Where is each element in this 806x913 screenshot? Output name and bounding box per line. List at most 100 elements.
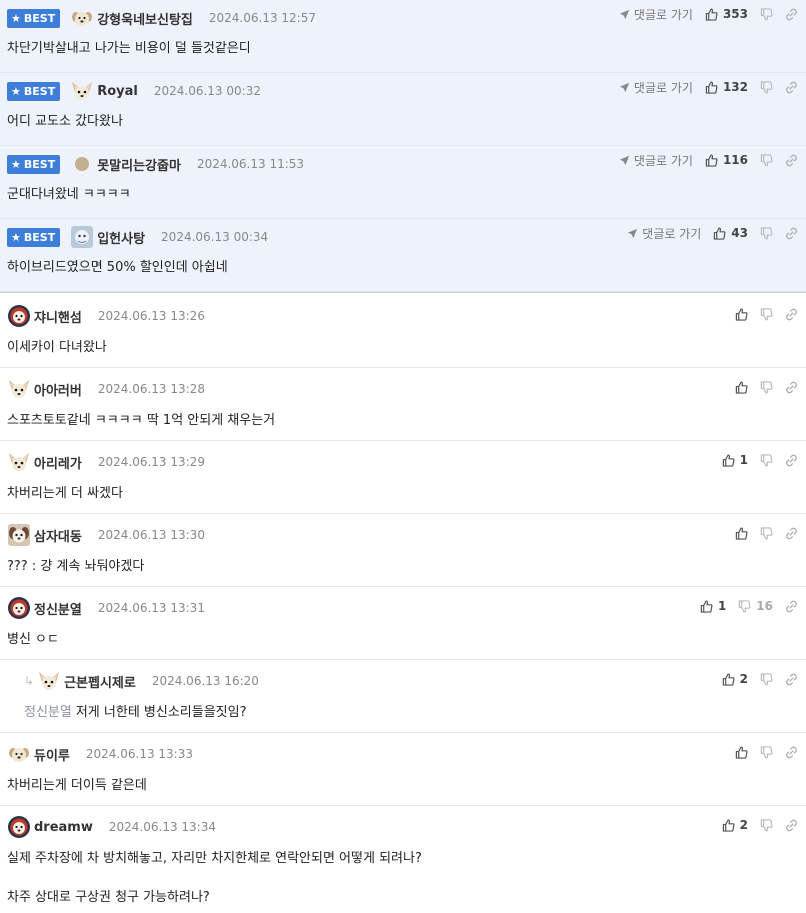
dislike-button[interactable]: [760, 526, 773, 540]
like-button[interactable]: 1: [700, 599, 726, 613]
share-link-button[interactable]: [785, 746, 798, 759]
share-link-button[interactable]: [785, 81, 798, 94]
nickname[interactable]: 삼자대동: [34, 526, 82, 545]
comment-actions: 댓글로 가기 132: [619, 78, 798, 96]
thumb-up-icon: [735, 381, 748, 394]
lion-avatar[interactable]: [7, 815, 31, 839]
chihuahua-avatar[interactable]: [70, 79, 94, 103]
like-button[interactable]: 132: [705, 80, 748, 94]
comment-actions: 댓글로 가기 116: [619, 151, 798, 169]
thumb-up-icon: [722, 673, 735, 686]
share-link-button[interactable]: [785, 454, 798, 467]
share-link-button[interactable]: [785, 673, 798, 686]
puppy-avatar[interactable]: [7, 742, 31, 766]
like-button[interactable]: 2: [722, 818, 748, 832]
comment-date: 2024.06.13 13:33: [85, 747, 193, 761]
puppy-avatar[interactable]: [70, 6, 94, 30]
goto-reply-button[interactable]: 댓글로 가기: [619, 152, 693, 169]
nickname[interactable]: 쟈니핸섬: [34, 307, 82, 326]
like-button[interactable]: [735, 746, 748, 759]
nickname[interactable]: 입헌사탕: [97, 228, 145, 247]
comment-body: 스포츠토토같네 ㅋㅋㅋㅋ 딱 1억 안되게 채우는거: [7, 409, 275, 428]
lion-avatar[interactable]: [7, 596, 31, 620]
dislike-button[interactable]: [760, 80, 773, 94]
dislike-button[interactable]: [760, 672, 773, 686]
like-count: 43: [731, 226, 748, 240]
comment-text-line2: 차주 상대로 구상권 청구 가능하려나?: [7, 890, 210, 905]
share-link-button[interactable]: [785, 600, 798, 613]
share-link-button[interactable]: [785, 819, 798, 832]
thumb-up-icon: [713, 227, 726, 240]
share-link-button[interactable]: [785, 527, 798, 540]
send-icon: [619, 9, 630, 20]
chihuahua-avatar[interactable]: [7, 377, 31, 401]
goto-reply-button[interactable]: 댓글로 가기: [619, 79, 693, 96]
goto-reply-button[interactable]: 댓글로 가기: [619, 6, 693, 23]
share-link-button[interactable]: [785, 308, 798, 321]
comment-header: 아아러버 2024.06.13 13:28: [7, 378, 205, 400]
reply-comment: ↳ 근본펩시제로 2024.06.13 16:20 2 정신분열 저게 너한테 병신소리들…: [0, 660, 806, 733]
share-link-button[interactable]: [785, 154, 798, 167]
link-icon: [785, 819, 798, 832]
send-icon: [627, 228, 638, 239]
link-icon: [785, 308, 798, 321]
like-button[interactable]: 43: [713, 226, 748, 240]
thumb-down-icon: [760, 153, 773, 167]
dislike-button[interactable]: [760, 818, 773, 832]
lion-avatar[interactable]: [7, 304, 31, 328]
dislike-button[interactable]: [760, 453, 773, 467]
share-link-button[interactable]: [785, 381, 798, 394]
circle-avatar[interactable]: [70, 152, 94, 176]
chihuahua-avatar[interactable]: [7, 450, 31, 474]
like-button[interactable]: [735, 381, 748, 394]
like-button[interactable]: 116: [705, 153, 748, 167]
dislike-button[interactable]: [760, 7, 773, 21]
best-badge-label: BEST: [23, 157, 56, 171]
comment-text: 차단기박살내고 나가는 비용이 덜 들것같은디: [7, 41, 251, 56]
comment-date: 2024.06.13 13:28: [97, 382, 205, 396]
dislike-button[interactable]: [760, 745, 773, 759]
dislike-button[interactable]: [760, 307, 773, 321]
like-button[interactable]: [735, 308, 748, 321]
like-button[interactable]: 353: [705, 7, 748, 21]
dislike-button[interactable]: [760, 226, 773, 240]
nickname[interactable]: 아아러버: [34, 380, 82, 399]
dislike-button[interactable]: [760, 153, 773, 167]
share-link-button[interactable]: [785, 227, 798, 240]
comment-text: 차버리는게 더이득 같은데: [7, 778, 147, 793]
nickname[interactable]: 아리레가: [34, 453, 82, 472]
comment-actions: 1 16: [688, 597, 798, 615]
comment-header: 듀이루 2024.06.13 13:33: [7, 743, 193, 765]
goto-reply-button[interactable]: 댓글로 가기: [627, 225, 701, 242]
thumb-down-icon: [760, 380, 773, 394]
best-comment: ★ BEST 입헌사탕 2024.06.13 00:34 댓글로 가기 43 하이브리드였으…: [0, 219, 806, 292]
nickname[interactable]: 정신분열: [34, 599, 82, 618]
chihuahua-avatar[interactable]: [37, 669, 61, 693]
like-button[interactable]: [735, 527, 748, 540]
like-button[interactable]: 2: [722, 672, 748, 686]
thumb-up-icon: [735, 527, 748, 540]
comment-body: 정신분열 저게 너한테 병신소리들을짓임?: [24, 701, 247, 720]
mention-link[interactable]: 정신분열: [24, 705, 72, 720]
comment-list: ★ BEST 강형욱네보신탕집 2024.06.13 12:57 댓글로 가기 353 차단…: [0, 0, 806, 913]
comment-text: ??? : 걍 계속 놔둬야겠다: [7, 559, 145, 574]
dislike-button[interactable]: 16: [738, 599, 773, 613]
thumb-up-icon: [735, 746, 748, 759]
photo-avatar[interactable]: [70, 225, 94, 249]
dislike-button[interactable]: [760, 380, 773, 394]
best-badge-label: BEST: [23, 11, 56, 25]
nickname[interactable]: 못말리는강줍마: [97, 155, 181, 174]
nickname[interactable]: 듀이루: [34, 745, 70, 764]
like-button[interactable]: 1: [722, 453, 748, 467]
share-link-button[interactable]: [785, 8, 798, 21]
comment-header: ★ BEST Royal 2024.06.13 00:32: [7, 80, 261, 102]
dog-photo-avatar[interactable]: [7, 523, 31, 547]
thumb-down-icon: [760, 818, 773, 832]
nickname[interactable]: 강형욱네보신탕집: [97, 9, 193, 28]
comment-date: 2024.06.13 00:34: [161, 230, 269, 244]
goto-reply-label: 댓글로 가기: [633, 153, 693, 168]
nickname[interactable]: 근본펩시제로: [64, 672, 136, 691]
nickname[interactable]: Royal: [97, 84, 138, 99]
nickname[interactable]: dreamw: [34, 820, 93, 835]
comment-header: ↳ 근본펩시제로 2024.06.13 16:20: [24, 670, 259, 692]
